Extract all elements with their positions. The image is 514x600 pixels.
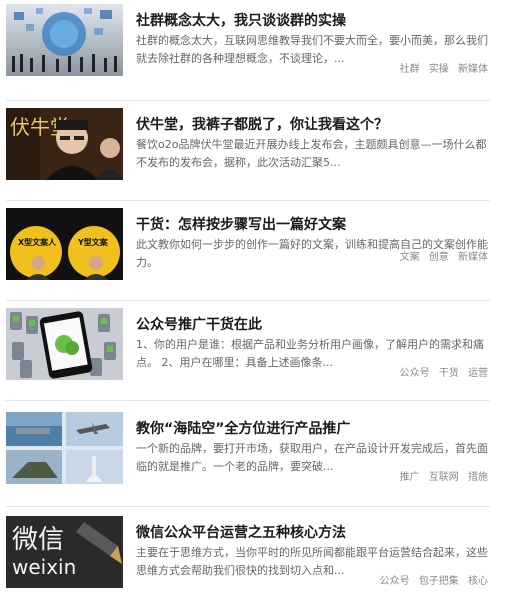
tag[interactable]: 新媒体 [458, 252, 488, 263]
list-item[interactable]: X型文案人 Y型文案 干货：怎样按步骤写出一篇好文案 此文教你如何一步步的创作一… [0, 208, 514, 298]
article-desc: 餐饮o2o品牌伏牛堂最近开展办线上发布会，主题颇具创意—一场什么都不发布的发布会… [136, 138, 487, 169]
list-item[interactable]: 伏牛堂 伏牛堂，我裤子都脱了，你让我看这个？ 餐饮o2o品牌伏牛堂最近开展办线上… [0, 108, 514, 198]
tag[interactable]: 文案 [400, 252, 420, 263]
list-item[interactable]: 教你“海陆空”全方位进行产品推广 一个新的品牌，要打开市场，获取用户，在产品设计… [0, 412, 514, 502]
tag[interactable]: 包子把集 [419, 576, 459, 587]
tag-list: 文案 创意 新媒体 [394, 248, 488, 263]
article-title[interactable]: 社群概念太大，我只谈谈群的实操 [136, 10, 496, 30]
tag[interactable]: 核心 [468, 576, 488, 587]
thumb-label: Y型文案 [77, 237, 109, 247]
divider [6, 100, 490, 101]
tag-list: 社群 实操 新媒体 [394, 60, 488, 75]
tag[interactable]: 创意 [429, 252, 449, 263]
tag-list: 推广 互联网 措施 [394, 468, 488, 483]
tag[interactable]: 互联网 [429, 472, 459, 483]
article-title[interactable]: 教你“海陆空”全方位进行产品推广 [136, 418, 496, 438]
article-title[interactable]: 干货：怎样按步骤写出一篇好文案 [136, 214, 496, 234]
sea-land-air-image[interactable] [6, 412, 123, 484]
brand-subtext: weixin [12, 555, 76, 579]
founder-portrait-image[interactable]: 伏牛堂 [6, 108, 123, 180]
article-list: 社群概念太大，我只谈谈群的实操 社群的概念太大，互联网思维教导我们不要大而全，要… [0, 0, 514, 600]
tag-list: 公众号 包子把集 核心 [374, 572, 488, 587]
article-title[interactable]: 公众号推广干货在此 [136, 314, 496, 334]
crowd-network-image[interactable] [6, 4, 123, 76]
tag[interactable]: 新媒体 [458, 64, 488, 75]
divider [6, 400, 490, 401]
tag-list: 公众号 干货 运营 [394, 364, 488, 379]
tag[interactable]: 公众号 [380, 576, 410, 587]
tag[interactable]: 运营 [468, 368, 488, 379]
copywriter-comparison-image[interactable]: X型文案人 Y型文案 [6, 208, 123, 280]
list-item[interactable]: 公众号推广干货在此 1、你的用户是谁：根据产品和业务分析用户画像，了解用户的需求… [0, 308, 514, 398]
article-title[interactable]: 伏牛堂，我裤子都脱了，你让我看这个？ [136, 114, 496, 134]
weixin-logo-image[interactable]: 微信 weixin [6, 516, 123, 588]
tag[interactable]: 社群 [400, 64, 420, 75]
tag[interactable]: 干货 [439, 368, 459, 379]
list-item[interactable]: 社群概念太大，我只谈谈群的实操 社群的概念太大，互联网思维教导我们不要大而全，要… [0, 4, 514, 94]
divider [6, 200, 490, 201]
tag[interactable]: 措施 [468, 472, 488, 483]
article-title[interactable]: 微信公众平台运营之五种核心方法 [136, 522, 496, 542]
brand-text: 微信 [12, 525, 64, 555]
list-item[interactable]: 微信 weixin 微信公众平台运营之五种核心方法 主要在于思维方式，当你平时的… [0, 516, 514, 600]
tag[interactable]: 推广 [400, 472, 420, 483]
tag[interactable]: 实操 [429, 64, 449, 75]
thumb-label: X型文案人 [18, 237, 57, 247]
wechat-phone-image[interactable] [6, 308, 123, 380]
divider [6, 506, 490, 507]
divider [6, 300, 490, 301]
tag[interactable]: 公众号 [400, 368, 430, 379]
